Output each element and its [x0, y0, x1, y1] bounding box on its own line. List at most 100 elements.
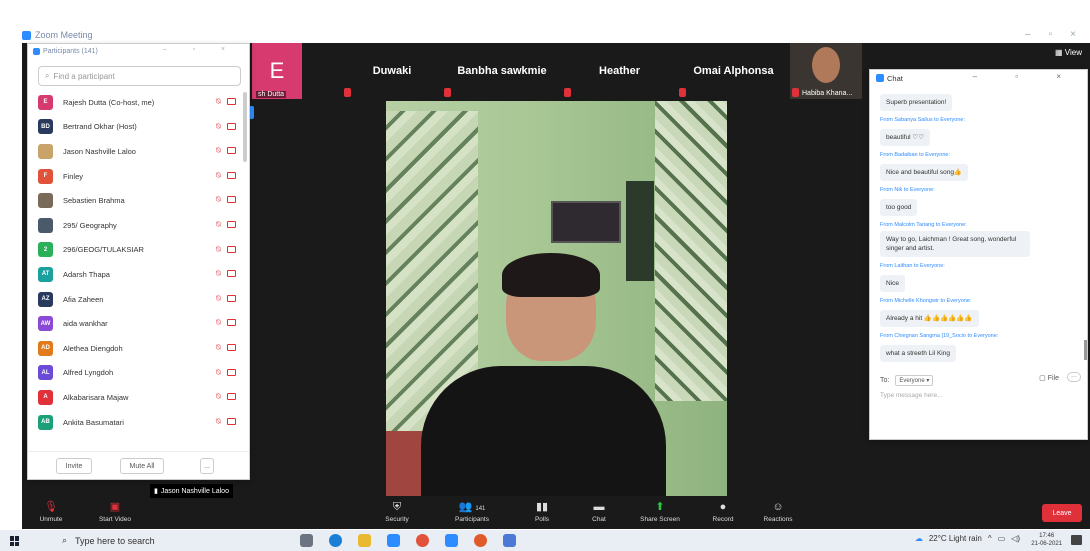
message-sender[interactable]: From Malcolm Tariang to Everyone:	[880, 222, 1087, 228]
mic-off-icon[interactable]: ⍉	[216, 122, 224, 131]
mic-off-icon[interactable]: ⍉	[216, 171, 224, 180]
participant-tile-photo[interactable]: Habiba Khana...	[790, 43, 862, 99]
tile-name: Banbha sawkmie	[457, 65, 547, 77]
participant-row[interactable]: 2 296/GEOG/TULAKSIAR ⍉	[28, 238, 248, 263]
participant-search-input[interactable]: ⌕ Find a participant	[38, 66, 241, 86]
more-options-button[interactable]: ...	[200, 458, 214, 474]
participants-button[interactable]: 👥 141 Participants	[442, 501, 502, 523]
video-off-icon[interactable]	[227, 343, 236, 351]
video-off-icon[interactable]	[227, 270, 236, 278]
message-sender[interactable]: From Sabanya Sailus to Everyone:	[880, 117, 1087, 123]
participant-list-scrollbar[interactable]	[243, 92, 247, 162]
leave-button[interactable]: Leave	[1042, 504, 1082, 522]
video-off-icon[interactable]	[227, 319, 236, 327]
tray-chevron-icon[interactable]: ^	[988, 534, 992, 543]
participant-row[interactable]: F Finley ⍉	[28, 164, 248, 189]
participant-row[interactable]: AW aida wankhar ⍉	[28, 311, 248, 336]
participant-row[interactable]: BD Bertrand Okhar (Host) ⍉	[28, 115, 248, 140]
participant-row[interactable]: E Rajesh Dutta (Co-host, me) ⍉	[28, 90, 248, 115]
video-off-icon[interactable]	[227, 417, 236, 425]
participant-tile[interactable]: Duwaki	[342, 43, 442, 99]
message-sender[interactable]: From Nik to Everyone:	[880, 187, 1087, 193]
participant-row[interactable]: AZ Afia Zaheen ⍉	[28, 287, 248, 312]
chrome-icon[interactable]	[416, 534, 429, 547]
mic-off-icon[interactable]: ⍉	[216, 270, 224, 278]
mic-off-icon[interactable]: ⍉	[216, 98, 224, 106]
video-off-icon[interactable]	[227, 245, 236, 253]
file-button[interactable]: ▢ File	[1039, 374, 1059, 382]
maximize-icon[interactable]: ▫	[1049, 29, 1053, 40]
video-off-icon[interactable]	[227, 98, 236, 105]
chat-window-controls[interactable]: – ▫ ×	[973, 72, 1079, 81]
message-sender[interactable]: From Chiegnan Sangma [19_Socio to Everyo…	[880, 333, 1087, 339]
notification-icon[interactable]	[1071, 535, 1082, 545]
close-icon[interactable]: ×	[1070, 29, 1076, 40]
mic-off-icon[interactable]: ⍉	[216, 319, 224, 327]
participant-row[interactable]: AD Alethea Diengdoh ⍉	[28, 336, 248, 361]
store-icon[interactable]	[387, 534, 400, 547]
mic-off-icon[interactable]: ⍉	[216, 368, 224, 377]
participant-row[interactable]: Sebastien Brahma ⍉	[28, 188, 248, 213]
unmute-button[interactable]: 🎙 Unmute	[26, 501, 76, 523]
start-video-button[interactable]: ▣ Start Video	[90, 501, 140, 523]
mic-off-icon[interactable]: ⍉	[216, 245, 224, 254]
mic-off-icon[interactable]: ⍉	[216, 343, 224, 352]
share-screen-button[interactable]: ⬆ Share Screen	[630, 501, 690, 523]
video-off-icon[interactable]	[227, 122, 236, 130]
participant-row[interactable]: A Alkabarisara Majaw ⍉	[28, 385, 248, 410]
mic-off-icon[interactable]: ⍉	[216, 147, 224, 155]
video-off-icon[interactable]	[227, 196, 236, 204]
windows-start-icon[interactable]	[10, 536, 20, 546]
participant-row[interactable]: Jason Nashville Laloo ⍉	[28, 139, 248, 164]
video-off-icon[interactable]	[227, 294, 236, 302]
firefox-icon[interactable]	[474, 534, 487, 547]
video-off-icon[interactable]	[227, 171, 236, 179]
network-icon[interactable]: ▭	[998, 534, 1006, 543]
volume-icon[interactable]: ◁)	[1011, 534, 1020, 543]
minimize-icon[interactable]: –	[1025, 29, 1031, 40]
video-off-icon[interactable]	[227, 393, 236, 401]
participant-tile[interactable]: Banbha sawkmie	[442, 43, 562, 99]
mic-off-icon[interactable]: ⍉	[216, 220, 224, 229]
participant-tile[interactable]: Omai Alphonsa	[677, 43, 790, 99]
zoom-app-icon[interactable]	[445, 534, 458, 547]
reactions-button[interactable]: ☺ Reactions	[753, 501, 803, 523]
polls-button[interactable]: ▮▮ Polls	[517, 501, 567, 523]
chat-more-button[interactable]: ···	[1067, 372, 1081, 382]
taskbar-clock[interactable]: 17:46 21-06-2021	[1031, 532, 1062, 548]
panel-window-controls[interactable]: – ▫ ×	[163, 46, 237, 53]
invite-button[interactable]: Invite	[56, 458, 92, 474]
participant-tile[interactable]: Heather	[562, 43, 677, 99]
message-sender[interactable]: From Laithan to Everyone:	[880, 263, 1087, 269]
message-sender[interactable]: From Badaiban to Everyone:	[880, 152, 1087, 158]
recipient-select[interactable]: Everyone ▾	[895, 375, 934, 386]
weather-text[interactable]: 22°C Light rain	[929, 534, 982, 543]
mute-all-button[interactable]: Mute All	[120, 458, 164, 474]
mic-off-icon[interactable]: ⍉	[216, 294, 224, 303]
chat-button[interactable]: ▬ Chat	[574, 501, 624, 523]
participant-row[interactable]: AT Adarsh Thapa ⍉	[28, 262, 248, 287]
taskbar-search[interactable]: ⌕ Type here to search	[62, 535, 155, 546]
video-off-icon[interactable]	[227, 147, 236, 155]
participant-row[interactable]: AL Alfred Lyngdoh ⍉	[28, 361, 248, 386]
participant-row[interactable]: AB Ankita Basumatari ⍉	[28, 410, 248, 435]
mic-off-icon[interactable]: ⍉	[216, 393, 224, 401]
record-button[interactable]: ● Record	[698, 501, 748, 523]
video-off-icon[interactable]	[227, 368, 236, 376]
view-button[interactable]: ▦ View	[1055, 48, 1082, 57]
edge-icon[interactable]	[329, 534, 342, 547]
mic-off-icon[interactable]: ⍉	[216, 417, 224, 426]
mic-off-icon[interactable]: ⍉	[216, 196, 224, 204]
task-view-icon[interactable]	[300, 534, 313, 547]
chat-scrollbar[interactable]	[1084, 340, 1087, 360]
security-button[interactable]: ⛨ Security	[372, 501, 422, 523]
shield-icon: ⛨	[392, 501, 402, 513]
message-sender[interactable]: From Michelle Khongwir to Everyone:	[880, 298, 1087, 304]
tile-name: Duwaki	[372, 65, 412, 77]
photos-icon[interactable]	[503, 534, 516, 547]
video-off-icon[interactable]	[227, 220, 236, 228]
participant-row[interactable]: 295/ Geography ⍉	[28, 213, 248, 238]
file-explorer-icon[interactable]	[358, 534, 371, 547]
participant-tile-e[interactable]: E sh Dutta	[252, 43, 302, 99]
chat-message-input[interactable]: Type message here...	[880, 392, 943, 399]
